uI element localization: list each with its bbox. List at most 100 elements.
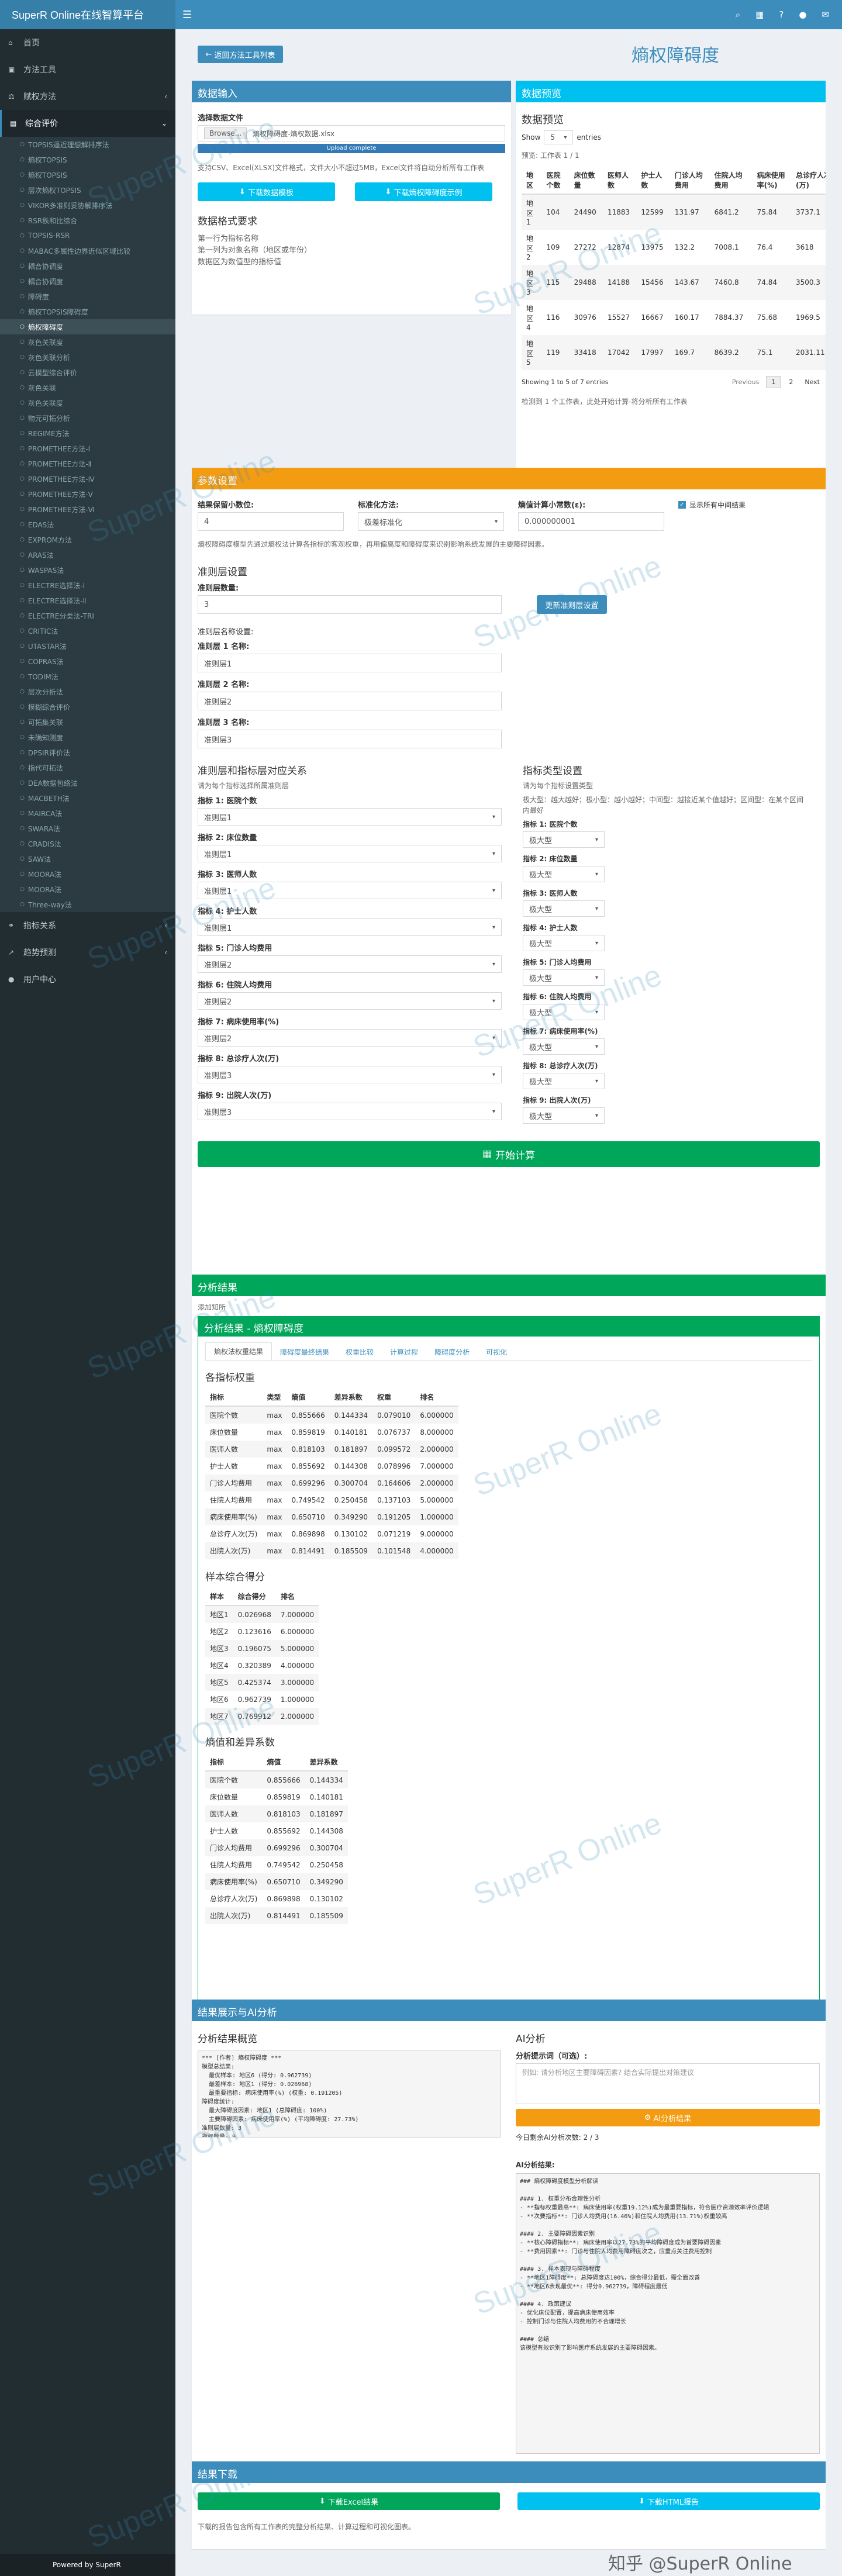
criteria-select[interactable]: 准则层3 ▾ xyxy=(198,1103,502,1120)
sidebar-subitem[interactable]: ○ TOPSIS逼近理想解排序法 xyxy=(0,137,175,152)
download-html-button[interactable]: ⬇ 下载HTML报告 xyxy=(517,2492,820,2510)
search-icon[interactable]: ⌕ xyxy=(736,9,740,20)
chat-icon[interactable]: ✉ xyxy=(822,9,829,20)
question-icon[interactable]: ? xyxy=(779,9,784,20)
sidebar-subitem[interactable]: ○ UTASTAR法 xyxy=(0,638,175,654)
sidebar-subitem[interactable]: ○ DPSIR评价法 xyxy=(0,745,175,760)
column-header[interactable]: 地区 xyxy=(522,167,542,195)
type-select[interactable]: 极大型 ▾ xyxy=(523,1107,605,1124)
sidebar-subitem[interactable]: ○ ELECTRE选择法-Ⅰ xyxy=(0,578,175,593)
tab-result[interactable]: 熵权法权重结果 xyxy=(205,1342,272,1360)
type-select[interactable]: 极大型 ▾ xyxy=(523,1004,605,1020)
sidebar-subitem[interactable]: ○ 物元可拓分析 xyxy=(0,410,175,426)
std-select[interactable]: 极差标准化 ▾ xyxy=(358,512,504,531)
criteria-select[interactable]: 准则层2 ▾ xyxy=(198,1029,502,1047)
tab-result[interactable]: 可视化 xyxy=(478,1344,515,1360)
sidebar-subitem[interactable]: ○ REGIME方法 xyxy=(0,426,175,441)
column-header[interactable]: 护士人数 xyxy=(636,167,670,195)
app-title[interactable]: SuperR Online在线智算平台 xyxy=(0,0,175,29)
sidebar-subitem[interactable]: ○ TOPSIS-RSR xyxy=(0,228,175,243)
sidebar-subitem[interactable]: ○ 灰色关联度 xyxy=(0,334,175,350)
sidebar-item-weighting[interactable]: ⚖ 赋权方法 ‹ xyxy=(0,83,175,110)
type-select[interactable]: 极大型 ▾ xyxy=(523,900,605,917)
sidebar-subitem[interactable]: ○ MAIRCA法 xyxy=(0,806,175,821)
sidebar-subitem[interactable]: ○ SWARA法 xyxy=(0,821,175,836)
criteria-name-input[interactable]: 准则层3 xyxy=(198,730,502,748)
column-header[interactable]: 医院个数 xyxy=(541,167,570,195)
type-select[interactable]: 极大型 ▾ xyxy=(523,1073,605,1089)
sidebar-item-indicator[interactable]: ⚭ 指标关系 ‹ xyxy=(0,912,175,939)
sidebar-item-home[interactable]: ⌂ 首页 xyxy=(0,29,175,56)
sidebar-subitem[interactable]: ○ Three-way法 xyxy=(0,897,175,912)
criteria-select[interactable]: 准则层1 ▾ xyxy=(198,882,502,899)
sidebar-subitem[interactable]: ○ 未确知测度 xyxy=(0,730,175,745)
tab-result[interactable]: 计算过程 xyxy=(382,1344,426,1360)
sidebar-subitem[interactable]: ○ PROMETHEE方法-Ⅵ xyxy=(0,502,175,517)
sidebar-subitem[interactable]: ○ MOORA法 xyxy=(0,882,175,897)
sidebar-subitem[interactable]: ○ SAW法 xyxy=(0,851,175,866)
page-2-button[interactable]: 2 xyxy=(784,377,798,388)
criteria-select[interactable]: 准则层3 ▾ xyxy=(198,1066,502,1083)
column-header[interactable]: 医师人数 xyxy=(603,167,637,195)
type-select[interactable]: 极大型 ▾ xyxy=(523,969,605,986)
sidebar-item-tools[interactable]: ▣ 方法工具 xyxy=(0,56,175,83)
type-select[interactable]: 极大型 ▾ xyxy=(523,1038,605,1055)
column-header[interactable]: 门诊人均费用 xyxy=(670,167,710,195)
sidebar-subitem[interactable]: ○ 灰色关联分析 xyxy=(0,350,175,365)
criteria-select[interactable]: 准则层1 ▾ xyxy=(198,918,502,936)
user-icon[interactable]: ● xyxy=(799,9,806,20)
column-header[interactable]: 病床使用率(%) xyxy=(752,167,791,195)
criteria-name-input[interactable]: 准则层1 xyxy=(198,654,502,672)
sidebar-subitem[interactable]: ○ CRADIS法 xyxy=(0,836,175,851)
sidebar-subitem[interactable]: ○ 云模型综合评价 xyxy=(0,365,175,380)
sidebar-subitem[interactable]: ○ 模糊综合评价 xyxy=(0,699,175,714)
next-page-button[interactable]: Next xyxy=(805,378,820,386)
sidebar-subitem[interactable]: ○ MABAC多属性边界近似区域比较 xyxy=(0,243,175,258)
sidebar-subitem[interactable]: ○ PROMETHEE方法-Ⅱ xyxy=(0,456,175,471)
sidebar-subitem[interactable]: ○ 耦合协调度 xyxy=(0,258,175,274)
sidebar-subitem[interactable]: ○ WASPAS法 xyxy=(0,562,175,578)
sidebar-subitem[interactable]: ○ MOORA法 xyxy=(0,866,175,882)
criteria-count-input[interactable]: 3 xyxy=(198,595,502,614)
tab-result[interactable]: 障碍度最终结果 xyxy=(272,1344,337,1360)
type-select[interactable]: 极大型 ▾ xyxy=(523,935,605,951)
sidebar-item-trend[interactable]: ↗ 趋势预测 ‹ xyxy=(0,939,175,966)
entries-select[interactable]: 5 ▾ xyxy=(544,130,574,144)
sidebar-subitem[interactable]: ○ TODIM法 xyxy=(0,669,175,684)
sidebar-subitem[interactable]: ○ 熵权TOPSIS障碍度 xyxy=(0,304,175,319)
tab-result[interactable]: 权重比较 xyxy=(337,1344,382,1360)
ai-analyze-button[interactable]: ⚙ AI分析结果 xyxy=(516,2109,820,2126)
sidebar-item-comprehensive[interactable]: ▤ 综合评价 ⌄ xyxy=(0,110,175,137)
sidebar-subitem[interactable]: ○ DEA数据包络法 xyxy=(0,775,175,790)
sidebar-subitem[interactable]: ○ MACBETH法 xyxy=(0,790,175,806)
criteria-name-input[interactable]: 准则层2 xyxy=(198,692,502,710)
sidebar-subitem[interactable]: ○ ELECTRE选择法-Ⅱ xyxy=(0,593,175,608)
sidebar-subitem[interactable]: ○ 可拓集关联 xyxy=(0,714,175,730)
type-select[interactable]: 极大型 ▾ xyxy=(523,831,605,848)
prompt-textarea[interactable]: 例如: 请分析地区主要障碍因素? 结合实际提出对策建议 xyxy=(516,2063,820,2104)
sidebar-subitem[interactable]: ○ PROMETHEE方法-Ⅰ xyxy=(0,441,175,456)
start-button[interactable]: ▦ 开始计算 xyxy=(198,1141,820,1167)
type-select[interactable]: 极大型 ▾ xyxy=(523,866,605,882)
sidebar-subitem[interactable]: ○ PROMETHEE方法-Ⅴ xyxy=(0,486,175,502)
browse-button[interactable]: Browse... xyxy=(204,127,247,139)
eps-input[interactable]: 0.000000001 xyxy=(518,512,664,531)
sidebar-subitem[interactable]: ○ COPRAS法 xyxy=(0,654,175,669)
criteria-select[interactable]: 准则层2 ▾ xyxy=(198,955,502,973)
sidebar-subitem[interactable]: ○ 灰色关联度 xyxy=(0,395,175,410)
sidebar-toggle-icon[interactable]: ☰ xyxy=(182,9,192,21)
sidebar-subitem[interactable]: ○ 指代可拓法 xyxy=(0,760,175,775)
sidebar-subitem[interactable]: ○ 层次熵权TOPSIS xyxy=(0,182,175,198)
criteria-select[interactable]: 准则层1 ▾ xyxy=(198,808,502,826)
sidebar-subitem[interactable]: ○ RSR秩和比综合 xyxy=(0,213,175,228)
sidebar-subitem[interactable]: ○ ARAS法 xyxy=(0,547,175,562)
file-input[interactable]: Browse... 熵权障碍度-熵权数据.xlsx xyxy=(198,125,505,141)
show-all-checkbox[interactable]: ✓ xyxy=(678,500,686,509)
sidebar-subitem[interactable]: ○ 层次分析法 xyxy=(0,684,175,699)
sidebar-subitem[interactable]: ○ EXPROM方法 xyxy=(0,532,175,547)
sidebar-subitem[interactable]: ○ CRITIC法 xyxy=(0,623,175,638)
sidebar-subitem[interactable]: ○ 灰色关联 xyxy=(0,380,175,395)
update-criteria-button[interactable]: 更新准则层设置 xyxy=(537,595,607,614)
criteria-select[interactable]: 准则层1 ▾ xyxy=(198,845,502,862)
sidebar-subitem[interactable]: ○ EDAS法 xyxy=(0,517,175,532)
